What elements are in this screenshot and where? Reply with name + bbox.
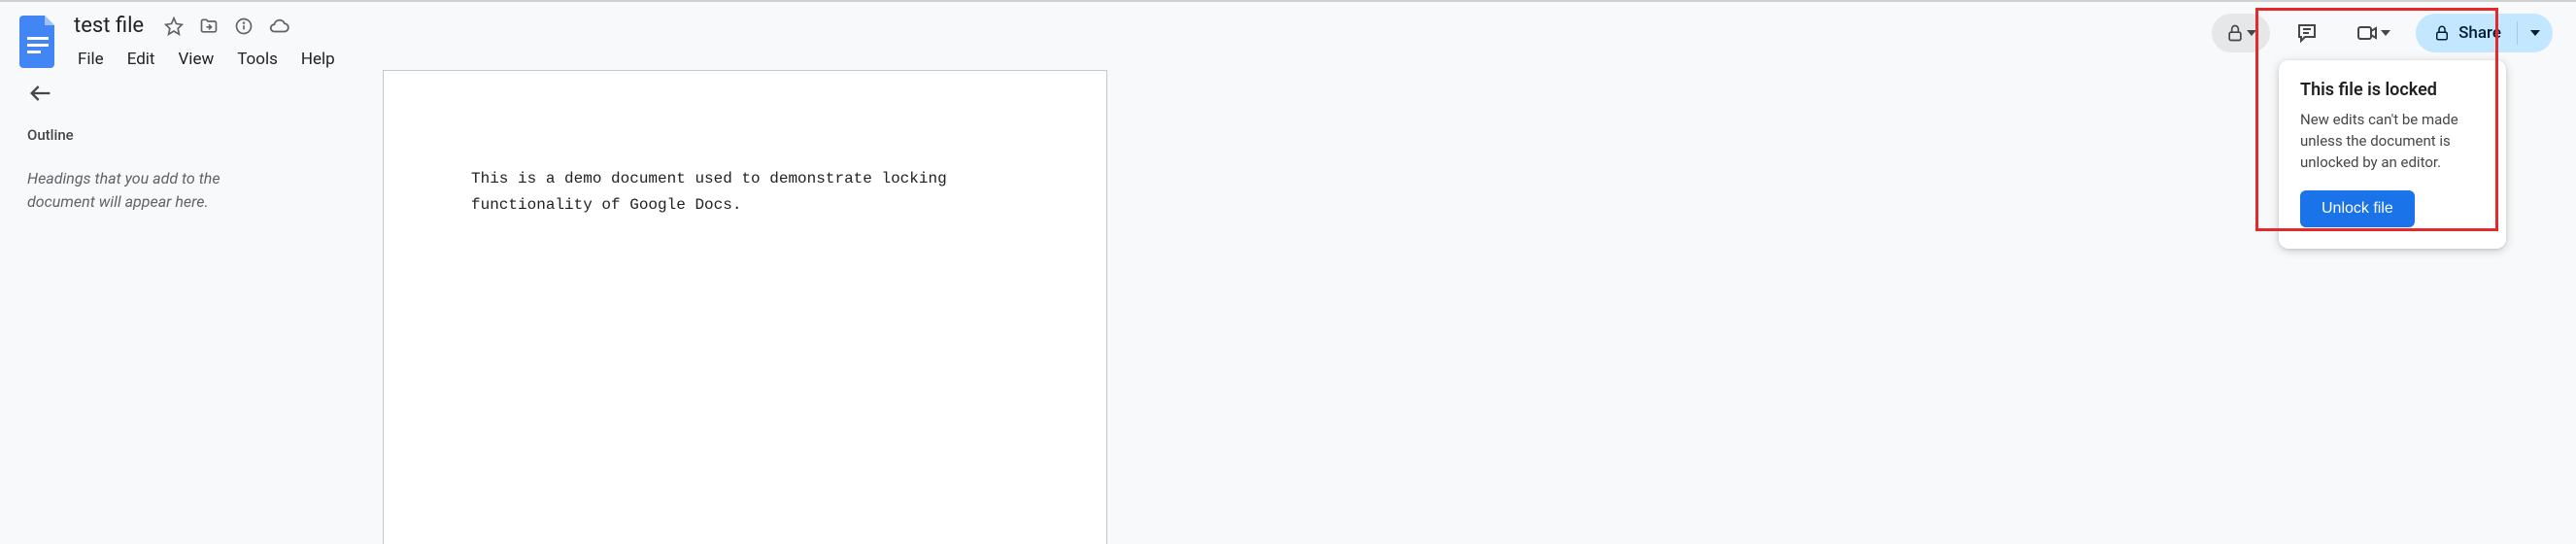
share-button[interactable]: Share [2416, 14, 2517, 52]
menu-help[interactable]: Help [291, 46, 345, 73]
docs-logo-icon[interactable] [19, 16, 58, 68]
popover-title: This file is locked [2300, 80, 2485, 100]
move-icon[interactable] [198, 16, 220, 37]
share-container: Share [2416, 14, 2553, 52]
popover-body: New edits can't be made unless the docum… [2300, 110, 2485, 173]
star-icon[interactable] [163, 16, 185, 37]
menubar: File Edit View Tools Help [68, 46, 345, 73]
outline-sidebar: Outline Headings that you add to the doc… [0, 70, 383, 544]
document-page[interactable]: This is a demo document used to demonstr… [383, 70, 1107, 544]
meet-button[interactable] [2344, 14, 2402, 52]
lock-popover: This file is locked New edits can't be m… [2279, 60, 2506, 249]
collapse-outline-button[interactable] [27, 80, 58, 111]
menu-edit[interactable]: Edit [118, 46, 165, 73]
lock-status-button[interactable] [2212, 14, 2270, 52]
outline-title: Outline [27, 126, 356, 144]
comments-button[interactable] [2284, 14, 2330, 52]
document-title[interactable]: test file [68, 12, 150, 40]
unlock-file-button[interactable]: Unlock file [2300, 190, 2415, 227]
menu-view[interactable]: View [168, 46, 223, 73]
info-icon[interactable] [233, 16, 254, 37]
document-body: This is a demo document used to demonstr… [471, 166, 1019, 219]
share-label: Share [2458, 23, 2501, 43]
app-header: test file File Edit View Tools Help [0, 2, 2576, 70]
share-dropdown[interactable] [2518, 14, 2553, 52]
menu-file[interactable]: File [68, 46, 114, 73]
outline-placeholder: Headings that you add to the document wi… [27, 167, 260, 214]
menu-tools[interactable]: Tools [227, 46, 288, 73]
cloud-status-icon[interactable] [268, 16, 289, 37]
